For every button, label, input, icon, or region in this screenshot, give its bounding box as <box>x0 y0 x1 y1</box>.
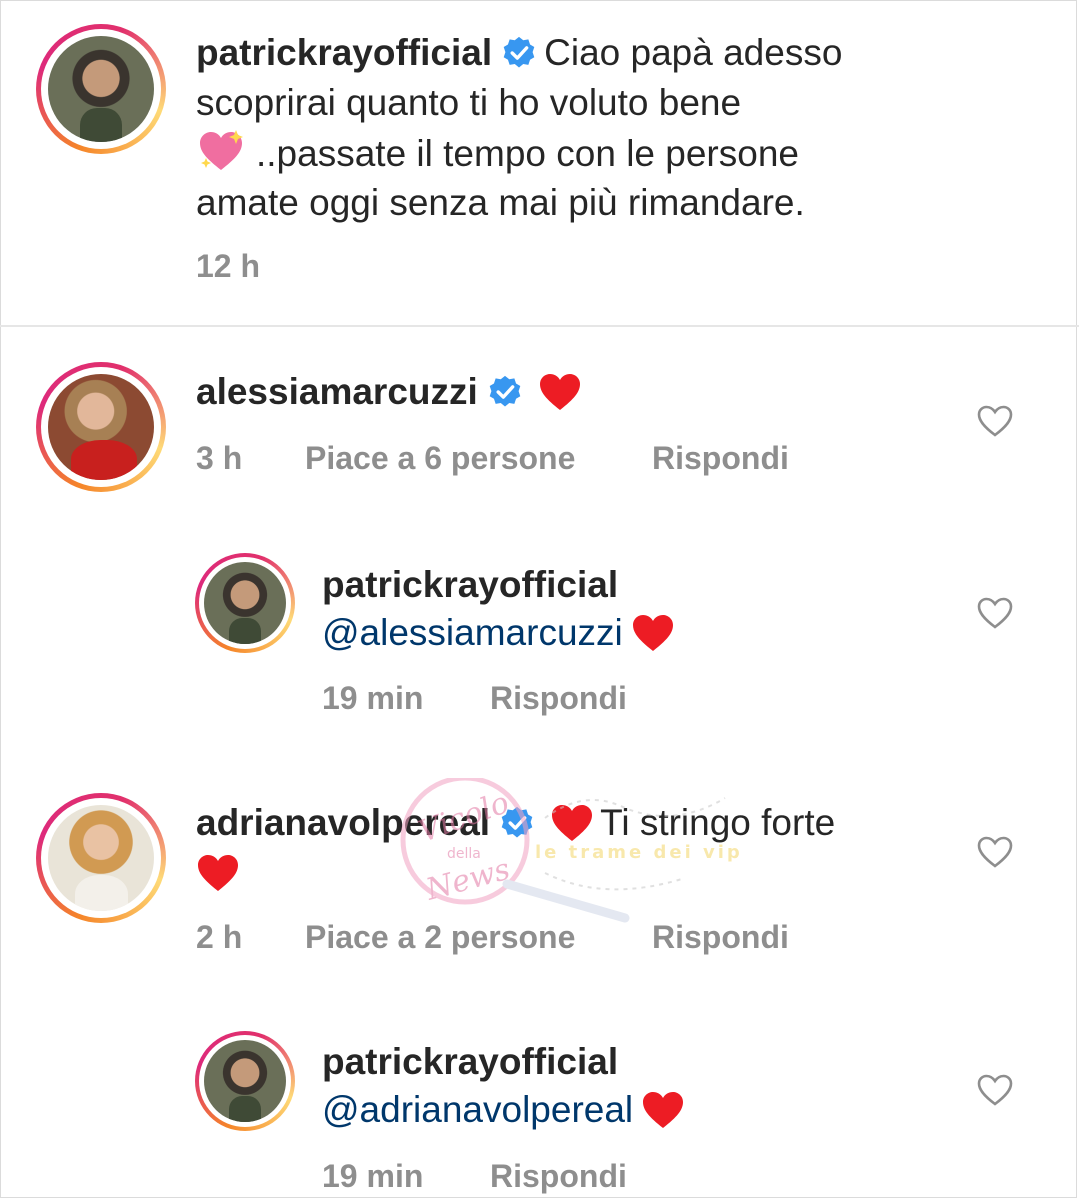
caption-line-3: ..passate il tempo con le persone <box>196 128 799 179</box>
like-heart-outline-icon[interactable] <box>977 1074 1013 1106</box>
reply-author-avatar[interactable] <box>195 1031 295 1131</box>
reply-button[interactable]: Rispondi <box>490 680 627 717</box>
post-author-avatar[interactable] <box>36 24 166 154</box>
comment-line-2 <box>196 848 240 898</box>
red-heart-emoji-icon <box>631 613 675 653</box>
red-heart-emoji-icon <box>641 1090 685 1130</box>
comment-line: adrianavolpereal Ti stringo forte <box>196 798 835 848</box>
comment-text: Ti stringo forte <box>600 802 836 843</box>
commenter-avatar[interactable] <box>36 793 166 923</box>
comment-username[interactable]: alessiamarcuzzi <box>196 371 478 412</box>
comment-likes-count[interactable]: Piace a 6 persone <box>305 440 575 477</box>
caption-text-3: ..passate il tempo con le persone <box>256 133 799 174</box>
caption-text-1: Ciao papà adesso <box>544 32 843 73</box>
reply-button[interactable]: Rispondi <box>652 440 789 477</box>
divider <box>0 325 1079 327</box>
reply-timestamp: 19 min <box>322 1158 424 1194</box>
comment-timestamp: 2 h <box>196 919 243 955</box>
caption-line-1: patrickrayofficial Ciao papà adesso <box>196 28 842 78</box>
like-heart-outline-icon[interactable] <box>977 836 1013 868</box>
mention-link[interactable]: @adrianavolpereal <box>322 1089 633 1130</box>
reply-author-avatar[interactable] <box>195 553 295 653</box>
reply-username[interactable]: patrickrayofficial <box>322 1037 618 1087</box>
reply-timestamp: 19 min <box>322 680 424 716</box>
reply-username[interactable]: patrickrayofficial <box>322 560 618 610</box>
mention-link[interactable]: @alessiamarcuzzi <box>322 612 623 653</box>
verified-badge-icon <box>500 806 534 840</box>
reply-button[interactable]: Rispondi <box>490 1158 627 1195</box>
reply-line: @adrianavolpereal <box>322 1085 685 1135</box>
comment-timestamp: 3 h <box>196 440 243 476</box>
like-heart-outline-icon[interactable] <box>977 597 1013 629</box>
like-heart-outline-icon[interactable] <box>977 405 1013 437</box>
post-author-username[interactable]: patrickrayofficial <box>196 32 492 73</box>
red-heart-emoji-icon <box>550 803 594 843</box>
verified-badge-icon <box>488 375 522 409</box>
verified-badge-icon <box>502 36 536 70</box>
reply-line: @alessiamarcuzzi <box>322 608 675 658</box>
comment-likes-count[interactable]: Piace a 2 persone <box>305 919 575 956</box>
post-timestamp: 12 h <box>196 248 261 284</box>
red-heart-emoji-icon <box>538 372 582 412</box>
sparkling-heart-emoji-icon <box>196 128 246 174</box>
caption-line-2: scoprirai quanto ti ho voluto bene <box>196 82 742 123</box>
commenter-avatar[interactable] <box>36 362 166 492</box>
reply-button[interactable]: Rispondi <box>652 919 789 956</box>
comment-username[interactable]: adrianavolpereal <box>196 802 490 843</box>
comment-line: alessiamarcuzzi <box>196 367 582 417</box>
caption-line-4: amate oggi senza mai più rimandare. <box>196 182 805 223</box>
red-heart-emoji-icon <box>196 853 240 893</box>
